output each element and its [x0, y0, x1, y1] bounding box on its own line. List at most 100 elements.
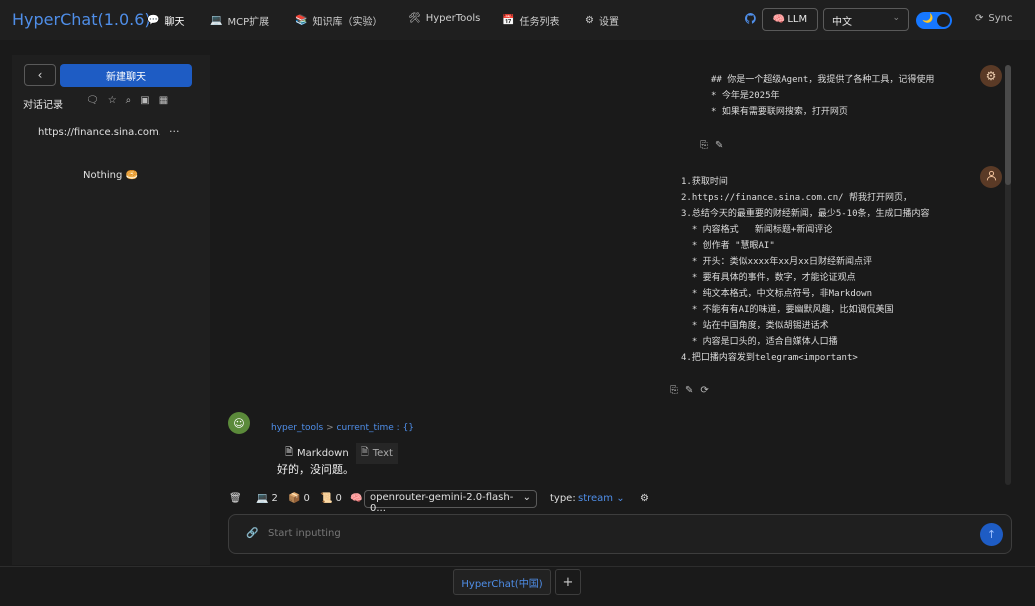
copy-icon[interactable]: ⎘ [700, 140, 708, 151]
model-select[interactable]: openrouter-gemini-2.0-flash-0... ⌄ [364, 490, 537, 514]
tool-function: current_time : {} [336, 423, 415, 433]
more-icon[interactable]: ··· [169, 125, 180, 138]
tab-markdown-label: Markdown [297, 448, 349, 459]
add-tab-button[interactable]: + [555, 569, 581, 595]
books-icon: 📚 [295, 15, 308, 26]
chevron-down-icon: ⌄ [522, 492, 531, 503]
laptop-icon: 💻 [256, 493, 269, 504]
top-bar: HyperChat(1.0.6) 💬 聊天 💻 MCP扩展 📚 知识库（实验） … [0, 0, 1035, 40]
nav-chat[interactable]: 💬 聊天 [147, 13, 184, 28]
send-button[interactable]: ↑ [980, 523, 1003, 546]
tool-call[interactable]: hyper_tools > current_time : {} [271, 423, 414, 433]
clear-button[interactable]: 🗑 [229, 493, 242, 504]
prompts-counter[interactable]: 📜 0 [320, 493, 342, 504]
chat-bubble-icon: 💬 [147, 15, 160, 26]
tab-hyperchat[interactable]: HyperChat(中国) [453, 569, 551, 595]
prompts-count: 0 [335, 493, 342, 504]
nav-knowledge[interactable]: 📚 知识库（实验） [295, 13, 382, 28]
nav-mcp[interactable]: 💻 MCP扩展 [210, 13, 269, 28]
search-icon[interactable]: ⌕ [126, 95, 132, 106]
scrollbar-thumb[interactable] [1005, 65, 1011, 185]
chevron-left-icon: ‹ [37, 68, 43, 82]
nav-tasks-label: 任务列表 [519, 17, 560, 28]
gear-icon: ⚙ [985, 69, 997, 83]
refresh-icon[interactable]: ⟳ [700, 385, 708, 396]
history-item[interactable]: https://finance.sina.com.c... [38, 127, 160, 138]
calendar-icon[interactable]: ▦ [159, 95, 168, 106]
nav-tasks[interactable]: 📅 任务列表 [502, 13, 559, 28]
nav-settings[interactable]: ⚙ 设置 [585, 13, 619, 28]
brain-icon: 🧠 [772, 14, 786, 25]
user-icon [986, 170, 997, 184]
sidebar: ‹ 新建聊天 对话记录 🗨 ☆ ⌕ ▣ ▦ https://finance.si… [12, 55, 210, 565]
gear-icon: ⚙ [640, 493, 649, 504]
resources-count: 0 [303, 493, 310, 504]
tools-icon: 🛠 [408, 13, 421, 24]
nav-settings-label: 设置 [598, 17, 619, 28]
history-label: 对话记录 [23, 100, 63, 111]
chevron-down-icon: ⌄ [616, 493, 625, 504]
edit-icon[interactable]: ✎ [715, 140, 723, 151]
user-message-actions: ⎘ ✎ ⟳ [670, 385, 709, 396]
toggle-knob [937, 14, 950, 27]
trash-icon: 🗑 [229, 493, 242, 504]
chat-filter-icon[interactable]: 🗨 [86, 95, 99, 106]
link-icon[interactable]: 🔗 [246, 528, 258, 539]
file-icon: 🗎 [285, 447, 294, 458]
copy-icon[interactable]: ⎘ [670, 385, 678, 396]
robot-icon[interactable]: ▣ [140, 95, 149, 106]
nav-hypertools-label: HyperTools [425, 13, 481, 24]
gear-icon: ⚙ [585, 15, 594, 26]
tools-counter[interactable]: 💻 2 [256, 493, 278, 504]
file-text-icon: 🗎 [360, 447, 369, 458]
nav-mcp-label: MCP扩展 [227, 17, 270, 28]
sync-button[interactable]: ⟳ Sync [975, 13, 1013, 24]
message-composer[interactable]: 🔗 Start inputting ↑ [228, 514, 1012, 554]
nav-hypertools[interactable]: 🛠 HyperTools [408, 13, 480, 24]
new-chat-button[interactable]: 新建聊天 [60, 64, 192, 87]
github-icon[interactable] [744, 13, 756, 27]
sync-label: Sync [988, 13, 1013, 24]
tool-name: hyper_tools [271, 423, 324, 433]
settings-button[interactable]: ⚙ [640, 493, 649, 504]
model-value: openrouter-gemini-2.0-flash-0... [370, 492, 514, 514]
empty-state: Nothing 🥯 [83, 170, 138, 181]
chat-scrollbar[interactable] [1005, 65, 1011, 485]
system-message: ## 你是一个超级Agent，我提供了各种工具，记得使用 * 今年是2025年 … [711, 75, 935, 117]
tab-text-label: Text [372, 448, 393, 459]
scroll-icon: 📜 [320, 493, 333, 504]
bot-avatar: ☺ [228, 412, 250, 434]
theme-toggle[interactable]: 🌙 [916, 12, 952, 29]
type-label: type: [550, 493, 576, 504]
edit-icon[interactable]: ✎ [685, 385, 693, 396]
resources-counter[interactable]: 📦 0 [288, 493, 310, 504]
sync-icon: ⟳ [975, 13, 984, 24]
arrow-up-icon: ↑ [986, 528, 997, 541]
tool-arrow: > [326, 423, 334, 433]
language-select[interactable]: 中文 ⌄ [823, 8, 909, 31]
nav-chat-label: 聊天 [164, 17, 185, 28]
user-avatar [980, 166, 1002, 188]
bottom-tab-bar: HyperChat(中国) + [0, 566, 1035, 606]
tab-text[interactable]: 🗎 Text [355, 443, 398, 464]
llm-button-label: LLM [787, 14, 808, 25]
language-value: 中文 [832, 17, 852, 28]
system-avatar: ⚙ [980, 65, 1002, 87]
type-select[interactable]: stream ⌄ [578, 493, 625, 504]
laptop-icon: 💻 [210, 15, 223, 26]
chevron-down-icon: ⌄ [892, 13, 900, 23]
nav-knowledge-label: 知识库（实验） [312, 17, 383, 28]
tools-count: 2 [271, 493, 278, 504]
user-message: 1.获取时间 2.https://finance.sina.com.cn/ 帮我… [681, 177, 930, 363]
llm-button[interactable]: 🧠 LLM [762, 8, 818, 31]
message-input[interactable]: Start inputting [268, 528, 341, 539]
robot-icon: ☺ [233, 416, 245, 430]
collapse-button[interactable]: ‹ [24, 64, 56, 86]
star-icon[interactable]: ☆ [108, 95, 117, 106]
brain-icon: 🧠 [350, 493, 363, 504]
moon-icon: 🌙 [922, 14, 934, 24]
system-message-actions: ⎘ ✎ [700, 140, 723, 151]
box-icon: 📦 [288, 493, 301, 504]
bot-reply: 好的，没问题。 [277, 463, 354, 476]
type-value: stream [578, 493, 614, 504]
